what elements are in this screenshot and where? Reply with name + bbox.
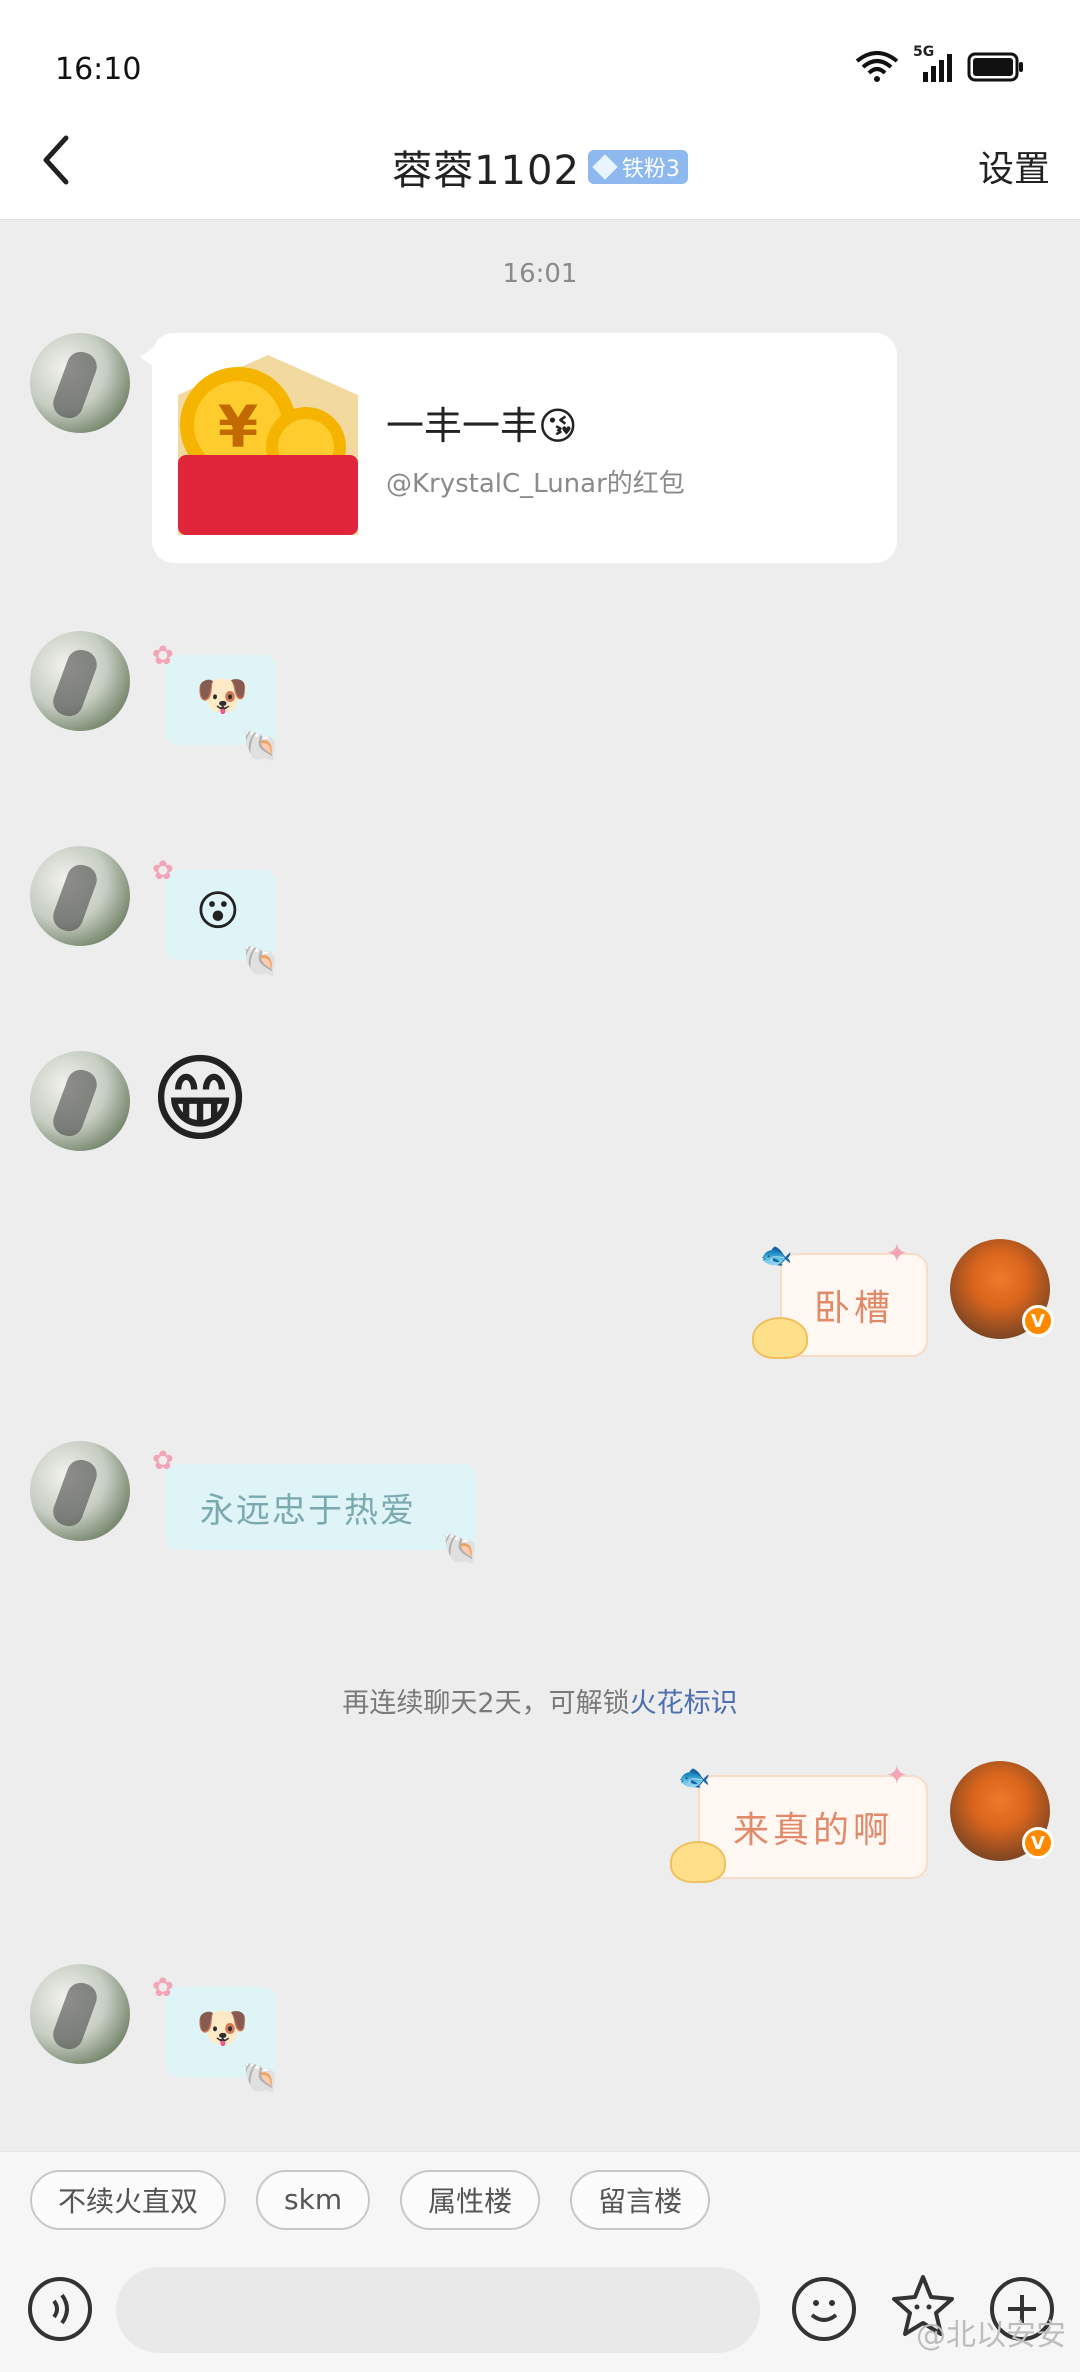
red-packet-title: 一丰一丰😘 (386, 404, 578, 448)
sparkle-icon: ✦ (886, 1239, 908, 1269)
message-text: 卧槽 (813, 1288, 894, 1329)
quick-reply-bar: 不续火直双 skm 属性楼 留言楼 (0, 2151, 1080, 2247)
quick-reply-chip[interactable]: skm (256, 2169, 371, 2230)
battery-icon (967, 52, 1023, 82)
fish-icon: 🐟 (678, 1763, 711, 1793)
red-packet-card[interactable]: ¥ 一丰一丰😘 @KrystalC_Lunar的红包 (140, 333, 897, 563)
fan-badge: 铁粉3 (587, 150, 688, 184)
bun-icon (752, 1317, 808, 1359)
message-text: 来真的啊 (732, 1810, 893, 1851)
diamond-icon (592, 154, 618, 180)
shell-icon: 🐚 (242, 2061, 280, 2096)
shell-icon: 🐚 (442, 1532, 480, 1567)
verified-badge: V (1022, 1827, 1054, 1859)
shell-icon: 🐚 (242, 944, 280, 979)
network-type: 5G (913, 44, 935, 60)
sticker-message[interactable]: 🐶 ✿ 🐚 (152, 641, 302, 764)
bun-icon (670, 1841, 726, 1883)
title-wrap: 蓉蓉1102 铁粉3 (0, 138, 1080, 196)
big-emoji-message[interactable]: 😁 (150, 1051, 250, 1147)
chat-title[interactable]: 蓉蓉1102 (392, 138, 580, 196)
sender-avatar[interactable] (30, 846, 130, 946)
my-avatar[interactable]: V (950, 1761, 1054, 1861)
message-input[interactable] (116, 2267, 760, 2353)
voice-icon[interactable] (28, 2277, 92, 2341)
system-tip-text: 再连续聊天2天，可解锁 (342, 1688, 630, 1719)
sender-avatar[interactable] (30, 631, 130, 731)
status-time: 16:10 (55, 52, 142, 87)
signal-icon: 5G (913, 44, 953, 84)
flower-icon: ✿ (152, 1446, 174, 1476)
sender-avatar[interactable] (30, 1441, 130, 1541)
flower-icon: ✿ (152, 1973, 174, 2003)
message-text: 永远忠于热爱 (200, 1491, 416, 1531)
verified-badge: V (1022, 1305, 1054, 1337)
emoji-icon[interactable] (792, 2277, 856, 2341)
system-tip: 再连续聊天2天，可解锁火花标识 (0, 1681, 1080, 1720)
system-tip-link[interactable]: 火花标识 (630, 1688, 738, 1719)
red-packet-icon: ¥ (178, 355, 358, 535)
svg-text:¥: ¥ (218, 393, 258, 461)
fan-badge-label: 铁粉3 (621, 157, 680, 182)
chat-area[interactable]: 16:01 ¥ 一丰一丰😘 @KrystalC_Lunar的红包 🐶 ✿ 🐚 😮… (0, 221, 1080, 2151)
flower-icon: ✿ (152, 856, 174, 886)
quick-reply-chip[interactable]: 属性楼 (400, 2169, 541, 2230)
quick-reply-chip[interactable]: 不续火直双 (30, 2169, 227, 2230)
sticker-emoji: 😮 (196, 886, 240, 935)
sticker-message[interactable]: 😮 ✿ 🐚 (152, 856, 302, 979)
sender-avatar[interactable] (30, 1051, 130, 1151)
sticker-emoji: 🐶 (196, 2003, 249, 2052)
red-packet-subtitle: @KrystalC_Lunar的红包 (386, 469, 685, 499)
chat-timestamp: 16:01 (502, 259, 578, 289)
flower-icon: ✿ (152, 641, 174, 671)
wifi-icon (855, 51, 899, 82)
settings-button[interactable]: 设置 (978, 140, 1050, 192)
chat-header: 蓉蓉1102 铁粉3 设置 (0, 100, 1080, 220)
fish-icon: 🐟 (760, 1241, 793, 1271)
status-icons: 5G (855, 44, 1025, 84)
shell-icon: 🐚 (242, 729, 280, 764)
watermark: @北以安安 (916, 2318, 1066, 2353)
sender-avatar[interactable] (30, 1964, 130, 2064)
sparkle-icon: ✦ (886, 1761, 908, 1791)
sticker-message[interactable]: 🐶 ✿ 🐚 (152, 1973, 302, 2096)
quick-reply-chip[interactable]: 留言楼 (570, 2169, 711, 2230)
sender-avatar[interactable] (30, 333, 130, 433)
sticker-emoji: 🐶 (196, 671, 249, 720)
my-avatar[interactable]: V (950, 1239, 1054, 1339)
input-bar: @北以安安 (0, 2247, 1080, 2372)
